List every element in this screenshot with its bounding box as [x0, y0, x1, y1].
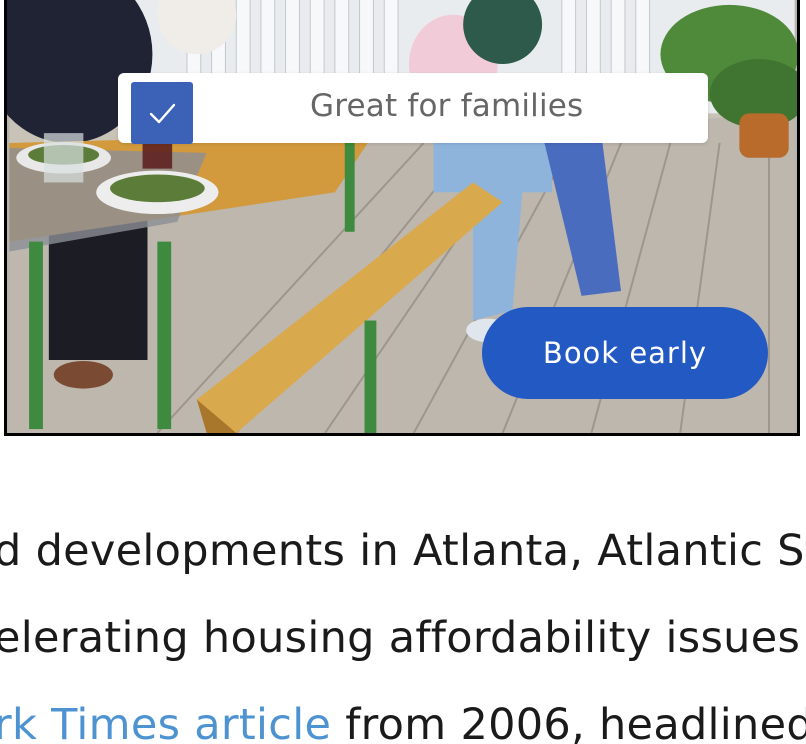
- great-for-families-badge[interactable]: Great for families: [118, 73, 708, 144]
- article-text-line: elerating housing affordability issues i…: [0, 613, 806, 663]
- photo-card: Great for families Book early: [4, 0, 800, 436]
- article-link[interactable]: rk Times article: [0, 700, 331, 744]
- article-text-line: d developments in Atlanta, Atlantic Sta: [0, 526, 806, 576]
- checked-checkbox[interactable]: [131, 82, 193, 144]
- article-text-line: rk Times article from 2006, headlined: [0, 700, 806, 744]
- badge-label: Great for families: [310, 88, 584, 124]
- article-text-fragment: from 2006, headlined: [331, 700, 806, 744]
- page: Great for families Book early d developm…: [0, 0, 806, 744]
- checkmark-icon: [149, 103, 176, 124]
- book-early-button[interactable]: Book early: [482, 307, 768, 399]
